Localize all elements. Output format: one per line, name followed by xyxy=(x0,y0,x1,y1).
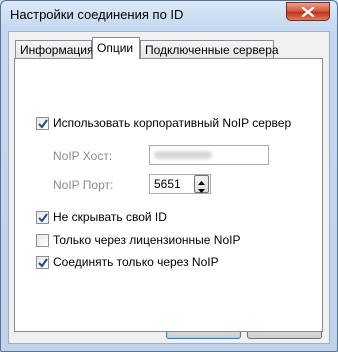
use-corporate-noip-checkbox[interactable] xyxy=(36,117,49,130)
dont-hide-id-label[interactable]: Не скрывать свой ID xyxy=(53,210,167,224)
tab-connected-servers[interactable]: Подключенные сервера xyxy=(140,40,279,59)
noip-host-input[interactable] xyxy=(149,145,269,165)
title-bar[interactable]: Настройки соединения по ID xyxy=(1,1,337,29)
dialog-body: Информация Опции Подключенные сервера Ис… xyxy=(8,31,330,344)
use-corporate-noip-label[interactable]: Использовать корпоративный NoIP сервер xyxy=(53,116,291,130)
tab-options[interactable]: Опции xyxy=(92,37,140,59)
options-panel: Использовать корпоративный NoIP сервер N… xyxy=(14,58,323,332)
connect-noip-only-checkbox[interactable] xyxy=(36,256,49,269)
noip-port-stepper[interactable] xyxy=(194,175,209,193)
licensed-noip-only-checkbox[interactable] xyxy=(36,234,49,247)
checkmark-icon xyxy=(38,119,48,129)
noip-port-label: NoIP Порт: xyxy=(53,178,114,192)
connect-noip-only-label[interactable]: Соединять только через NoIP xyxy=(53,255,219,269)
checkmark-icon xyxy=(38,258,48,268)
tab-information[interactable]: Информация xyxy=(15,40,93,59)
close-button[interactable] xyxy=(286,2,330,21)
noip-host-label: NoIP Хост: xyxy=(53,149,113,163)
checkmark-icon xyxy=(38,213,48,223)
spin-up-arrow-icon[interactable] xyxy=(195,176,208,185)
settings-window: Настройки соединения по ID Информация Оп… xyxy=(0,0,338,352)
window-title: Настройки соединения по ID xyxy=(10,7,184,22)
dont-hide-id-checkbox[interactable] xyxy=(36,211,49,224)
licensed-noip-only-label[interactable]: Только через лицензионные NoIP xyxy=(53,233,240,247)
spin-down-arrow-icon[interactable] xyxy=(195,184,208,193)
close-icon xyxy=(302,7,314,17)
redacted-host-value xyxy=(154,151,212,159)
